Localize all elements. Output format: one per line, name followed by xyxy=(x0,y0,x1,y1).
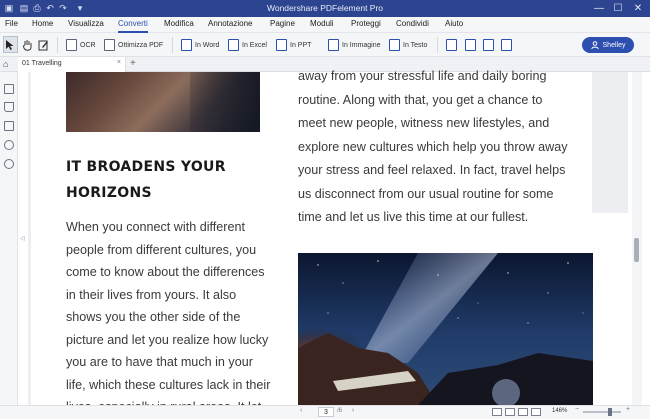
tab-document[interactable]: 01 Travelling × xyxy=(18,57,126,72)
menu-file[interactable]: File xyxy=(5,19,18,28)
page-gutter xyxy=(28,72,31,405)
toolbar: OCR Ottimizza PDF In Word In Excel In PP… xyxy=(0,33,650,57)
zoom-in-icon[interactable]: + xyxy=(626,406,630,413)
menu-visualizza[interactable]: Visualizza xyxy=(68,19,104,28)
title-bar: ▣ ▤ ⎙ ↶ ↷ ▾ Wondershare PDFelement Pro —… xyxy=(0,0,650,17)
convert-format-icon xyxy=(465,39,476,51)
to-text-label: In Testo xyxy=(403,41,428,49)
user-account-button[interactable]: Shelley xyxy=(582,37,634,53)
to-image-label: In Immagine xyxy=(342,41,381,49)
scrollbar-thumb[interactable] xyxy=(634,238,639,262)
zoom-slider-handle[interactable] xyxy=(608,408,612,416)
edit-icon[interactable] xyxy=(38,38,49,52)
minimize-button[interactable]: — xyxy=(592,2,606,15)
to-excel-button[interactable]: In Excel xyxy=(228,38,267,52)
word-icon xyxy=(181,39,192,51)
home-icon[interactable]: ⌂ xyxy=(3,59,8,69)
collapse-panel-icon[interactable]: ◁ xyxy=(20,235,25,242)
section-heading: IT BROADENS YOUR HORIZONS xyxy=(66,159,226,201)
user-name: Shelley xyxy=(602,41,626,49)
menu-condividi[interactable]: Condividi xyxy=(396,19,429,28)
page-total: /6 xyxy=(337,408,343,414)
convert-format-icon xyxy=(483,39,494,51)
convert-format-icon xyxy=(446,39,457,51)
toolbar-divider xyxy=(172,37,173,53)
left-column-text: When you connect with different people f… xyxy=(66,220,271,414)
page-number-input[interactable]: 3 xyxy=(318,407,334,417)
convert-format-4-button[interactable] xyxy=(501,38,512,52)
zoom-slider[interactable] xyxy=(583,411,621,413)
to-text-button[interactable]: In Testo xyxy=(389,38,427,52)
convert-format-2-button[interactable] xyxy=(465,38,476,52)
bookmark-icon[interactable] xyxy=(4,102,14,112)
right-column-text: away from your stressful life and daily … xyxy=(298,69,568,224)
left-sidebar xyxy=(0,72,18,405)
optimize-icon xyxy=(104,39,115,51)
optimize-label: Ottimizza PDF xyxy=(118,41,164,49)
menu-annotazione[interactable]: Annotazione xyxy=(208,19,252,28)
to-word-button[interactable]: In Word xyxy=(181,38,219,52)
menu-home[interactable]: Home xyxy=(32,19,53,28)
ocr-button[interactable]: OCR xyxy=(66,38,96,52)
single-page-view-icon[interactable] xyxy=(492,408,502,416)
menu-pagine[interactable]: Pagine xyxy=(270,19,295,28)
new-tab-button[interactable]: + xyxy=(130,58,136,69)
tab-close-icon[interactable]: × xyxy=(117,59,121,66)
convert-format-1-button[interactable] xyxy=(446,38,457,52)
to-ppt-button[interactable]: In PPT xyxy=(276,38,311,52)
maximize-button[interactable]: ☐ xyxy=(611,2,625,15)
night-sky-photo xyxy=(298,253,593,405)
convert-format-icon xyxy=(501,39,512,51)
toolbar-divider xyxy=(57,37,58,53)
optimize-pdf-button[interactable]: Ottimizza PDF xyxy=(104,38,163,52)
landscape-photo xyxy=(66,72,260,132)
image-icon xyxy=(328,39,339,51)
ocr-label: OCR xyxy=(80,41,96,49)
cursor-icon[interactable] xyxy=(5,38,15,52)
to-excel-label: In Excel xyxy=(242,41,267,49)
comment-icon[interactable] xyxy=(4,121,14,131)
menu-modifica[interactable]: Modifica xyxy=(164,19,194,28)
hand-icon[interactable] xyxy=(22,38,33,52)
attachment-icon[interactable] xyxy=(4,140,14,150)
search-icon[interactable] xyxy=(4,159,14,169)
menu-aiuto[interactable]: Aiuto xyxy=(445,19,463,28)
zoom-out-icon[interactable]: − xyxy=(575,406,579,413)
user-icon xyxy=(590,41,599,49)
ocr-icon xyxy=(66,39,77,51)
convert-format-3-button[interactable] xyxy=(483,38,494,52)
window-title: Wondershare PDFelement Pro xyxy=(266,3,384,13)
next-page-icon[interactable]: › xyxy=(352,407,354,414)
two-page-view-icon[interactable] xyxy=(505,408,515,416)
thumbnails-icon[interactable] xyxy=(4,84,14,94)
to-image-button[interactable]: In Immagine xyxy=(328,38,381,52)
to-ppt-label: In PPT xyxy=(290,41,312,49)
close-button[interactable]: ✕ xyxy=(631,2,645,15)
excel-icon xyxy=(228,39,239,51)
menu-converti[interactable]: Converti xyxy=(118,19,148,33)
tab-document-label: 01 Travelling xyxy=(22,60,62,67)
menu-bar: File Home Visualizza Converti Modifica A… xyxy=(0,17,650,33)
menu-moduli[interactable]: Moduli xyxy=(310,19,334,28)
scroll-view-icon[interactable] xyxy=(518,408,528,416)
fit-width-icon[interactable] xyxy=(531,408,541,416)
to-word-label: In Word xyxy=(195,41,220,49)
prev-page-icon[interactable]: ‹ xyxy=(300,407,302,414)
text-icon xyxy=(389,39,400,51)
toolbar-divider xyxy=(437,37,438,53)
ppt-icon xyxy=(276,39,287,51)
zoom-level: 146% xyxy=(552,408,568,414)
menu-proteggi[interactable]: Proteggi xyxy=(351,19,381,28)
